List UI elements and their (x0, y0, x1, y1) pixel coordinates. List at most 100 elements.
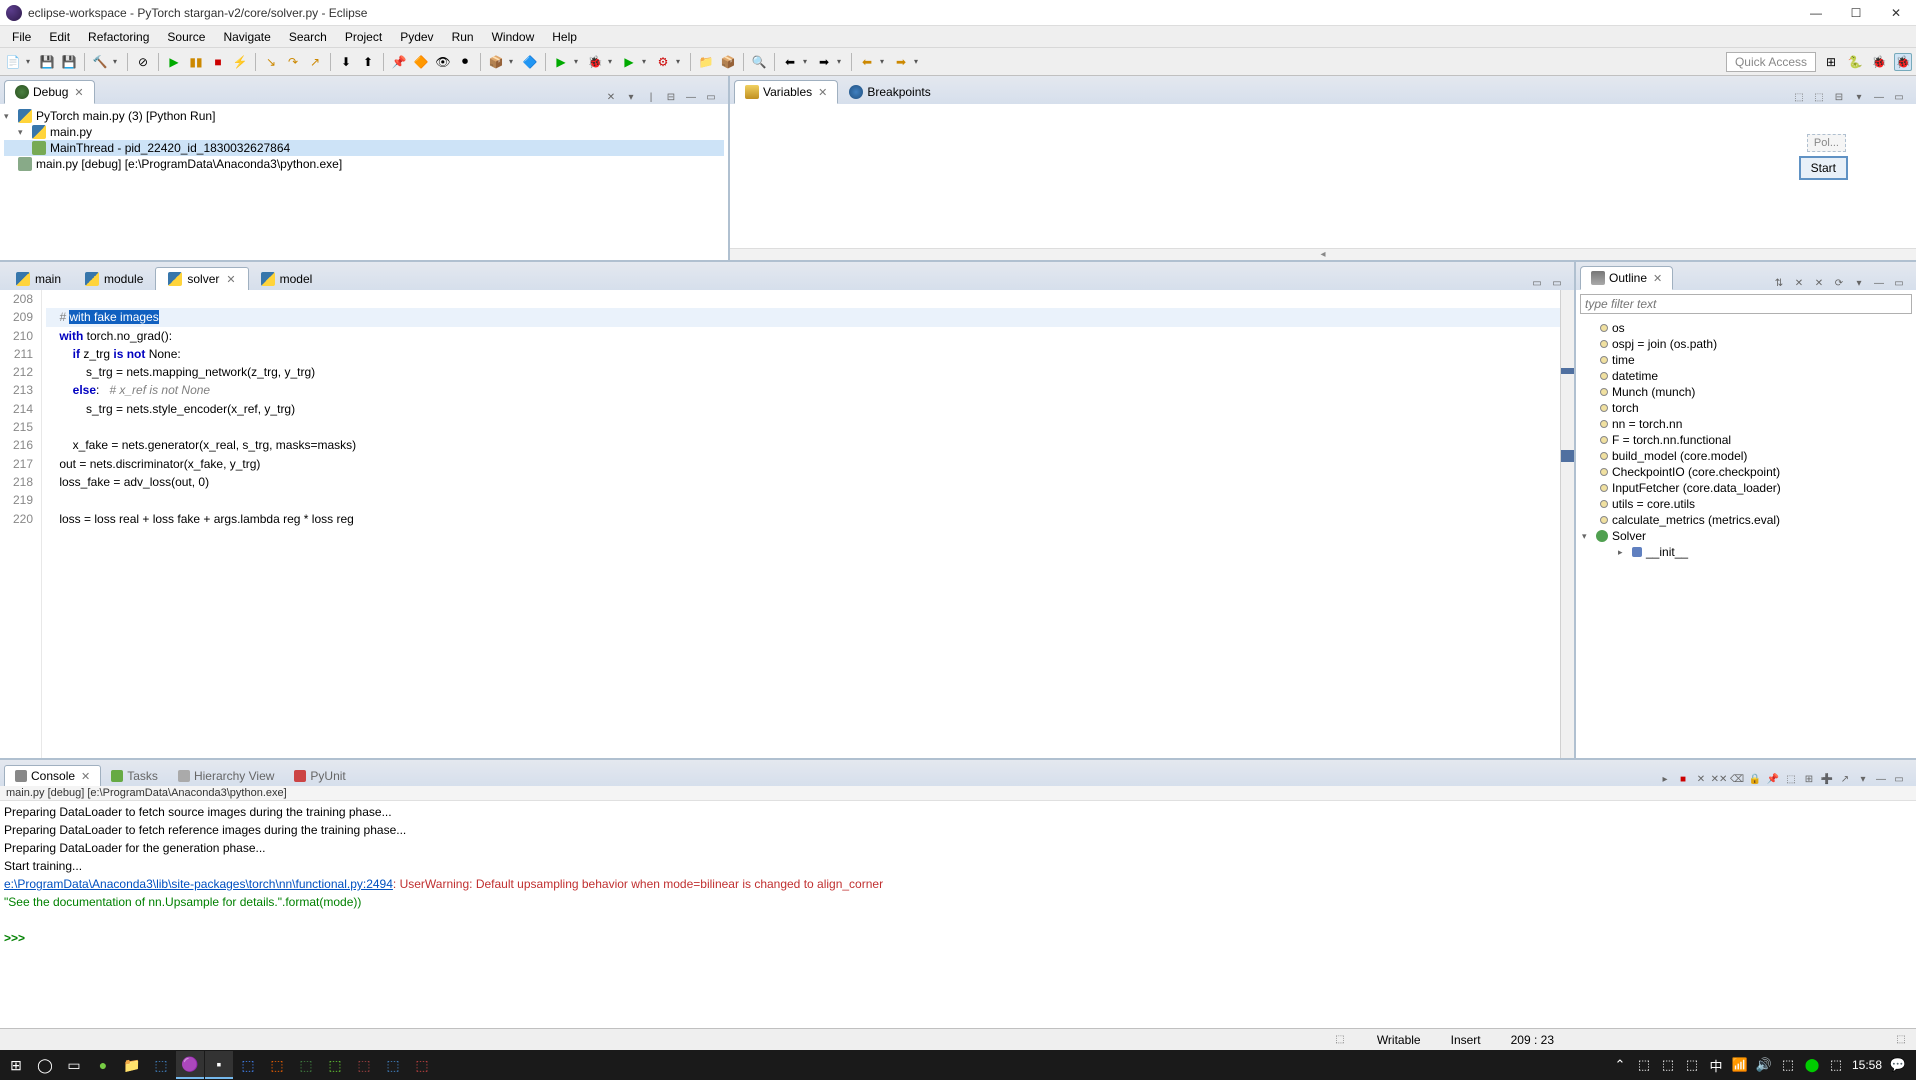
clear-icon[interactable]: ⌫ (1730, 772, 1744, 786)
filter-icon[interactable]: ✕ (1812, 276, 1826, 290)
annotation-prev-icon[interactable]: ⬅ (781, 53, 799, 71)
chevron-up-icon[interactable]: ⌃ (1612, 1057, 1628, 1073)
debug-tree[interactable]: ▾ PyTorch main.py (3) [Python Run] ▾ mai… (0, 104, 728, 260)
editor-body[interactable]: 208 209 210 211 212 213 214 215 216 217 … (0, 290, 1574, 758)
code-line[interactable]: # with fake images (46, 308, 1560, 326)
save-all-icon[interactable]: 💾 (60, 53, 78, 71)
outline-class[interactable]: ▾Solver (1582, 528, 1910, 544)
tab-debug[interactable]: Debug ✕ (4, 80, 95, 104)
terminate-icon[interactable]: ■ (1676, 772, 1690, 786)
filter-input[interactable] (1580, 294, 1912, 314)
console-output[interactable]: Preparing DataLoader to fetch source ima… (0, 801, 1916, 1028)
remove-all-icon[interactable]: ✕✕ (1712, 772, 1726, 786)
console-prompt[interactable]: >>> (4, 929, 1912, 947)
tray-app-icon[interactable]: ⬚ (1636, 1057, 1652, 1073)
view-menu-icon[interactable]: ▾ (1856, 772, 1870, 786)
export-icon[interactable]: ↗ (1838, 772, 1852, 786)
view-menu-icon[interactable]: ▾ (1852, 90, 1866, 104)
run-last-icon[interactable]: ▶ (620, 53, 638, 71)
maximize-icon[interactable]: ▭ (1892, 90, 1906, 104)
sort-icon[interactable]: ⇅ (1772, 276, 1786, 290)
network-icon[interactable]: 📶 (1732, 1057, 1748, 1073)
dropdown-icon[interactable]: ▾ (608, 57, 616, 66)
maximize-icon[interactable]: ▭ (1892, 772, 1906, 786)
input-method-icon[interactable]: 中 (1708, 1057, 1724, 1073)
collapse-icon[interactable]: ⊟ (664, 90, 678, 104)
outline-item[interactable]: calculate_metrics (metrics.eval) (1582, 512, 1910, 528)
maximize-button[interactable]: ☐ (1842, 3, 1870, 23)
start-menu-icon[interactable]: ⊞ (2, 1051, 30, 1079)
tray-app-icon[interactable]: ⬚ (1660, 1057, 1676, 1073)
close-icon[interactable]: ✕ (74, 86, 83, 99)
dropdown-icon[interactable]: ▾ (574, 57, 582, 66)
dropdown-icon[interactable]: ▾ (676, 57, 684, 66)
menu-project[interactable]: Project (337, 28, 390, 46)
external-icon[interactable]: ⚙ (654, 53, 672, 71)
tab-breakpoints[interactable]: Breakpoints (838, 80, 941, 104)
perspective-open-icon[interactable]: ⊞ (1822, 53, 1840, 71)
debug-icon[interactable]: 🐞 (586, 53, 604, 71)
tree-row-main[interactable]: ▾ main.py (4, 124, 724, 140)
overview-ruler[interactable] (1560, 290, 1574, 758)
editor-tab-solver[interactable]: solver ✕ (155, 267, 248, 290)
minimize-button[interactable]: — (1802, 3, 1830, 23)
menu-file[interactable]: File (4, 28, 39, 46)
expand-icon[interactable]: ▸ (1618, 547, 1628, 558)
dropdown-icon[interactable]: ▾ (803, 57, 811, 66)
view-menu-icon[interactable]: ▾ (1852, 276, 1866, 290)
view-menu-icon[interactable]: ▾ (624, 90, 638, 104)
menu-refactoring[interactable]: Refactoring (80, 28, 157, 46)
annotation-next-icon[interactable]: ➡ (815, 53, 833, 71)
app-icon[interactable]: ⬚ (350, 1051, 378, 1079)
dropdown-icon[interactable]: ▾ (113, 57, 121, 66)
ruler-mark[interactable] (1561, 368, 1574, 374)
tree-row-debug-proc[interactable]: main.py [debug] [e:\ProgramData\Anaconda… (4, 156, 724, 172)
dropdown-icon[interactable]: ▾ (837, 57, 845, 66)
code-line[interactable]: loss_fake = adv_loss(out, 0) (46, 473, 1560, 491)
disconnect-icon[interactable]: ⚡ (231, 53, 249, 71)
app-icon[interactable]: ⬚ (408, 1051, 436, 1079)
start-button[interactable]: Start (1799, 156, 1848, 180)
app-icon[interactable]: ⬚ (263, 1051, 291, 1079)
output-icon[interactable]: ▸ (1658, 772, 1672, 786)
expand-icon[interactable]: ▾ (1582, 531, 1592, 542)
code-area[interactable]: # with fake images with torch.no_grad():… (42, 290, 1560, 758)
show-type-icon[interactable]: ⬚ (1792, 90, 1806, 104)
menu-edit[interactable]: Edit (41, 28, 78, 46)
maximize-icon[interactable]: ▭ (1892, 276, 1906, 290)
ruler-mark[interactable] (1561, 450, 1574, 462)
outline-item[interactable]: Munch (munch) (1582, 384, 1910, 400)
suspend-icon[interactable]: ▮▮ (187, 53, 205, 71)
link-icon[interactable]: ⟳ (1832, 276, 1846, 290)
line-gutter[interactable]: 208 209 210 211 212 213 214 215 216 217 … (0, 290, 42, 758)
code-line[interactable]: out = nets.discriminator(x_fake, y_trg) (46, 455, 1560, 473)
terminal-app-icon[interactable]: ▪ (205, 1051, 233, 1079)
tab-hierarchy[interactable]: Hierarchy View (168, 766, 284, 786)
notifications-icon[interactable]: 💬 (1890, 1057, 1906, 1073)
tray-app-icon[interactable]: ⬤ (1804, 1057, 1820, 1073)
new-console-icon[interactable]: ➕ (1820, 772, 1834, 786)
perspective-debug-icon[interactable]: 🐞 (1870, 53, 1888, 71)
code-line[interactable]: s_trg = nets.mapping_network(z_trg, y_tr… (46, 363, 1560, 381)
dropdown-icon[interactable]: ▾ (26, 57, 34, 66)
box-icon[interactable]: 📦 (487, 53, 505, 71)
build-icon[interactable]: 🔨 (91, 53, 109, 71)
skip-breakpoints-icon[interactable]: ⊘ (134, 53, 152, 71)
code-line[interactable]: with torch.no_grad(): (46, 327, 1560, 345)
app-icon[interactable]: ⬚ (147, 1051, 175, 1079)
minimize-icon[interactable]: — (1874, 772, 1888, 786)
menu-help[interactable]: Help (544, 28, 585, 46)
task-view-icon[interactable]: ▭ (60, 1051, 88, 1079)
outline-tree[interactable]: os ospj = join (os.path) time datetime M… (1576, 318, 1916, 758)
dropdown-icon[interactable]: ▾ (914, 57, 922, 66)
outline-item[interactable]: utils = core.utils (1582, 496, 1910, 512)
menu-pydev[interactable]: Pydev (392, 28, 441, 46)
maximize-icon[interactable]: ▭ (704, 90, 718, 104)
tab-tasks[interactable]: Tasks (101, 766, 168, 786)
tab-pyunit[interactable]: PyUnit (284, 766, 355, 786)
cortana-icon[interactable]: ◯ (31, 1051, 59, 1079)
code-line[interactable] (46, 491, 1560, 509)
display-icon[interactable]: ⬚ (1784, 772, 1798, 786)
pin-icon[interactable]: 📌 (390, 53, 408, 71)
maximize-icon[interactable]: ▭ (1550, 276, 1564, 290)
